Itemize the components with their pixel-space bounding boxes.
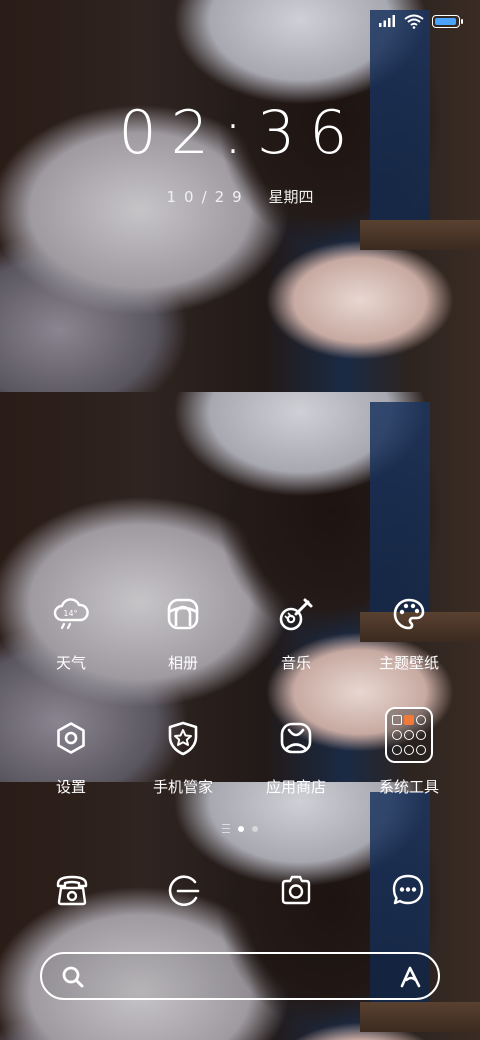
weekday-text: 星期四	[268, 188, 314, 206]
clock-time: 02:36	[118, 98, 362, 168]
app-weather[interactable]: 14° 天气	[16, 592, 126, 673]
weather-icon: 14°	[49, 592, 93, 636]
camera-icon	[281, 875, 311, 905]
cellular-signal-icon	[379, 15, 395, 27]
status-bar	[378, 8, 463, 34]
search-input[interactable]	[98, 962, 382, 992]
app-themes[interactable]: 主题壁纸	[354, 592, 464, 673]
app-settings[interactable]: 设置	[16, 716, 126, 797]
app-security[interactable]: 手机管家	[128, 716, 238, 797]
dock-messages[interactable]	[386, 868, 430, 912]
clock-date: 10/29 星期四	[0, 186, 480, 207]
browser-icon	[168, 875, 200, 906]
page-dot-active[interactable]	[238, 825, 244, 832]
date-text: 10/29	[166, 188, 250, 206]
page-indicator-minus-one[interactable]	[222, 824, 230, 833]
dock-browser[interactable]	[162, 868, 206, 912]
gallery-icon	[161, 592, 205, 636]
app-store-icon	[274, 716, 318, 760]
messages-icon	[392, 874, 424, 905]
app-gallery[interactable]: 相册	[128, 592, 238, 673]
security-icon	[161, 716, 205, 760]
search-icon[interactable]	[60, 964, 86, 990]
search-bar[interactable]	[40, 952, 440, 1000]
app-label: 相册	[167, 654, 198, 672]
dock-phone[interactable]	[50, 868, 94, 912]
settings-icon	[49, 716, 93, 760]
phone-icon	[56, 875, 88, 906]
music-icon	[274, 592, 318, 636]
wifi-icon	[404, 14, 424, 29]
weather-temperature: 14°	[63, 609, 77, 618]
app-label: 设置	[55, 778, 86, 796]
app-label: 手机管家	[152, 778, 213, 796]
themes-icon	[387, 592, 431, 636]
battery-icon	[432, 14, 463, 28]
dock-camera[interactable]	[274, 868, 318, 912]
app-store[interactable]: 应用商店	[241, 716, 351, 797]
app-label: 应用商店	[265, 778, 326, 796]
page-dot[interactable]	[252, 825, 258, 832]
app-label: 音乐	[280, 654, 311, 672]
app-music[interactable]: 音乐	[241, 592, 351, 673]
app-label: 主题壁纸	[378, 654, 439, 672]
system-tools-folder-icon	[385, 707, 433, 763]
assistant-icon[interactable]	[398, 964, 424, 990]
app-folder-system-tools[interactable]: 系统工具	[354, 707, 464, 797]
app-label: 系统工具	[378, 778, 439, 796]
app-label: 天气	[55, 654, 86, 672]
page-indicator[interactable]	[0, 824, 480, 833]
